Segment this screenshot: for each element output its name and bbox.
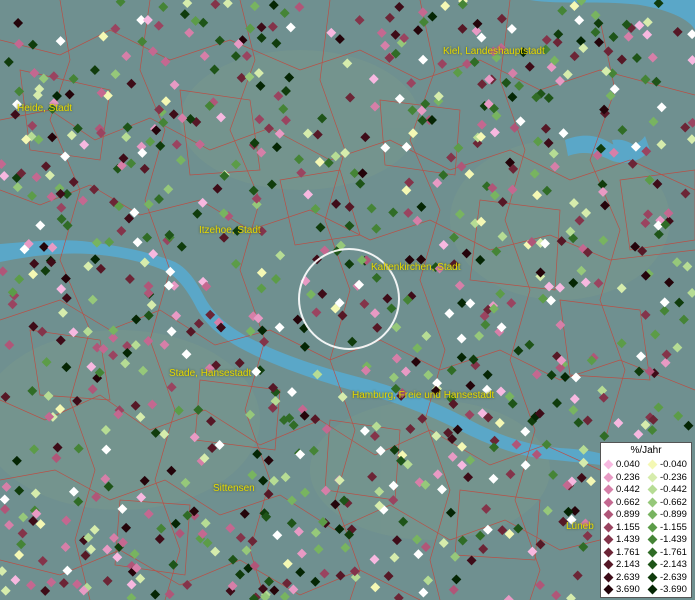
legend-value: 3.690	[616, 584, 640, 595]
legend-swatch	[647, 534, 658, 545]
legend-swatch	[603, 509, 614, 520]
legend-swatch	[647, 497, 658, 507]
place-label-sittensen: Sittensen	[213, 483, 255, 494]
legend-value: 0.040	[616, 459, 640, 470]
legend-value: -0.899	[660, 509, 687, 520]
legend-swatch	[603, 572, 614, 582]
place-label-kaltenkirchen: Kaltenkirchen, Stadt	[371, 262, 461, 273]
legend-value: -0.662	[660, 496, 687, 508]
legend-value: -1.155	[660, 521, 687, 533]
legend-swatch	[603, 584, 614, 595]
legend-swatch	[647, 472, 658, 482]
map-view[interactable]: Kiel, Landeshauptstadt Heide, Stadt Itze…	[0, 0, 695, 600]
legend-value: 0.662	[616, 496, 640, 508]
legend-value: 0.442	[616, 484, 640, 495]
legend-swatch	[647, 509, 658, 520]
map-canvas	[0, 0, 695, 600]
legend-swatch	[603, 459, 614, 470]
place-label-itzehoe: Itzehoe, Stadt	[199, 225, 261, 236]
legend-value: 0.899	[616, 509, 640, 520]
place-label-kiel: Kiel, Landeshauptstadt	[443, 46, 545, 57]
legend-swatch	[603, 534, 614, 545]
legend-swatch	[603, 497, 614, 507]
legend-swatch	[603, 547, 614, 557]
legend-value: -0.442	[660, 484, 687, 495]
legend-swatch	[603, 472, 614, 482]
legend-value: -1.761	[660, 546, 687, 558]
legend-swatch	[603, 484, 614, 495]
legend-swatch	[647, 584, 658, 595]
legend-value: 2.143	[616, 559, 640, 570]
legend-value: 1.439	[616, 534, 640, 545]
legend-value: 0.236	[616, 471, 640, 483]
place-label-stade: Stade, Hansestadt	[169, 368, 252, 379]
legend-title: %/Jahr	[630, 445, 662, 456]
legend-swatch	[647, 522, 658, 532]
legend-value: -1.439	[660, 534, 687, 545]
legend-swatch	[647, 572, 658, 582]
legend-swatch	[603, 522, 614, 532]
legend-value: 1.155	[616, 521, 640, 533]
legend-value: 1.761	[616, 546, 640, 558]
legend-value: -2.639	[660, 571, 687, 583]
map-legend: %/Jahr 0.040 0.236 0.442 0.662 0.899 1.155 1.4…	[600, 442, 692, 598]
place-label-lueneburg: Lüneb	[566, 521, 594, 532]
place-label-hamburg: Hamburg, Freie und Hansestadt	[352, 390, 495, 401]
legend-value: -0.236	[660, 471, 687, 483]
place-label-heide: Heide, Stadt	[17, 103, 73, 114]
legend-value: -0.040	[660, 459, 687, 470]
legend-value: 2.639	[616, 571, 640, 583]
legend-value: -3.690	[660, 584, 687, 595]
legend-swatch	[647, 459, 658, 470]
legend-swatch	[647, 559, 658, 570]
legend-swatch	[603, 559, 614, 570]
legend-swatch	[647, 484, 658, 495]
legend-swatch	[647, 547, 658, 557]
legend-value: -2.143	[660, 559, 687, 570]
